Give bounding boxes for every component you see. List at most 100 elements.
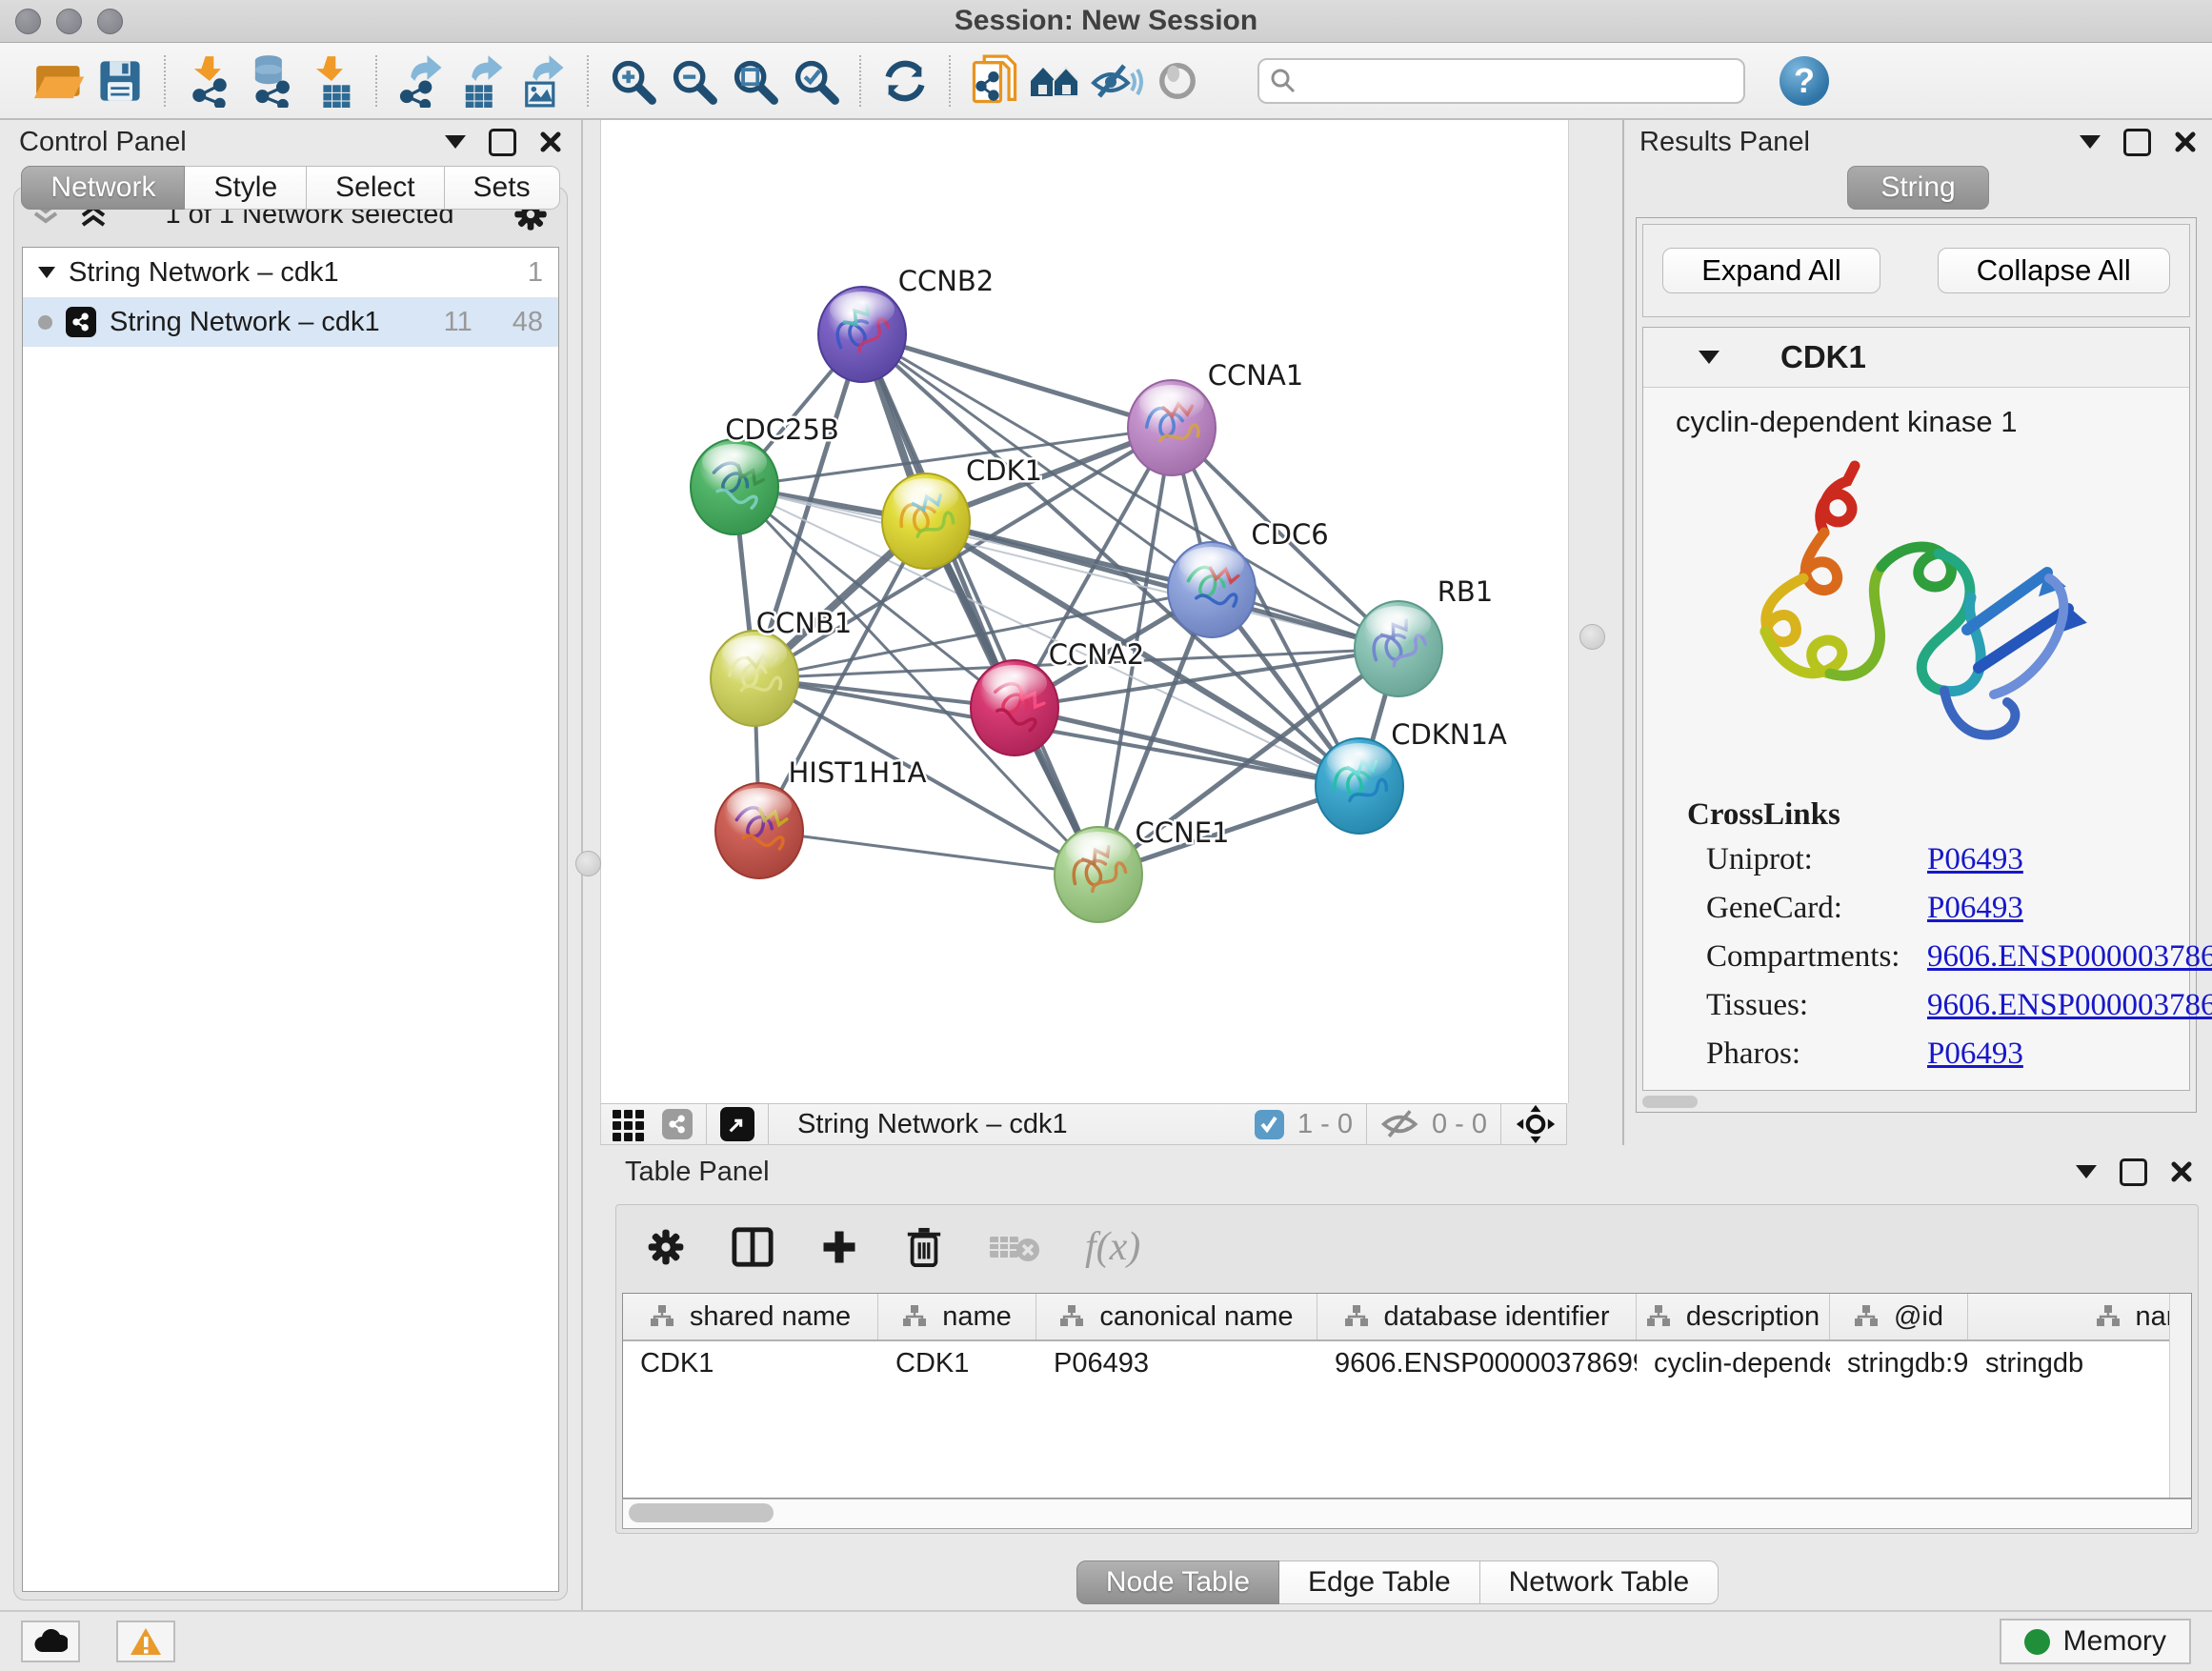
table-vscrollbar[interactable] [2169,1294,2191,1498]
results-hscroll-thumb[interactable] [1642,1096,1698,1108]
export-image-button[interactable] [513,54,573,108]
left-splitter-grip[interactable] [575,851,601,876]
string-tools-button[interactable] [964,54,1025,108]
tab-edge-table[interactable]: Edge Table [1279,1560,1480,1604]
collapse-all-button[interactable]: Collapse All [1938,248,2170,293]
hide-glass-effect-button[interactable] [1086,54,1147,108]
network-node-CCNA2[interactable] [971,660,1058,755]
network-node-CDC6[interactable] [1168,542,1256,637]
selected-checkbox-icon[interactable] [1255,1110,1284,1139]
network-canvas[interactable]: CCNB2CCNA1CDC25BCDK1CDC6RB1CCNB1CCNA2CDK… [600,120,1569,1103]
close-window-button[interactable] [15,9,41,34]
tab-node-table[interactable]: Node Table [1076,1560,1279,1604]
tab-select[interactable]: Select [307,166,444,210]
delete-column-icon[interactable] [904,1225,944,1269]
function-builder-button[interactable]: f(x) [1085,1224,1140,1270]
cell-description[interactable]: cyclin-dependent ... [1637,1348,1830,1379]
undock-panel-icon[interactable] [489,129,516,156]
expand-all-button[interactable]: Expand All [1662,248,1880,293]
network-node-CCNE1[interactable] [1055,827,1142,922]
tab-style[interactable]: Style [185,166,307,210]
crosslink-genecard[interactable]: P06493 [1927,891,2023,926]
tab-network-table[interactable]: Network Table [1480,1560,1719,1604]
network-node-HIST1H1A[interactable] [715,783,803,878]
tab-string[interactable]: String [1847,166,1988,210]
birdseye-grid-icon[interactable] [611,1106,647,1142]
zoom-in-button[interactable] [602,54,663,108]
close-panel-icon[interactable] [2174,131,2197,153]
column-header-name[interactable]: name [878,1294,1036,1339]
network-node-CCNB1[interactable] [711,631,798,726]
import-network-file-button[interactable] [179,54,240,108]
crosslink-pharos[interactable]: P06493 [1927,1037,2023,1072]
import-network-database-button[interactable] [240,54,301,108]
network-node-CCNB2[interactable] [818,287,906,382]
search-input[interactable] [1297,65,1701,97]
network-row[interactable]: String Network – cdk1 11 48 [23,297,558,347]
string-settings-button[interactable] [1025,54,1086,108]
cell-id[interactable]: stringdb:9... [1830,1348,1968,1379]
app-store-button[interactable] [21,1621,80,1662]
cell-database-identifier[interactable]: 9606.ENSP00000378699 [1317,1348,1637,1379]
gene-section-header[interactable]: CDK1 [1643,328,2189,388]
cell-name[interactable]: CDK1 [878,1348,1036,1379]
save-session-button[interactable] [90,54,151,108]
right-splitter-grip[interactable] [1579,624,1605,650]
table-hscrollbar[interactable] [622,1499,2192,1529]
add-column-icon[interactable] [818,1226,860,1268]
export-table-button[interactable] [452,54,513,108]
import-table-button[interactable] [301,54,362,108]
column-header-namespace[interactable]: namespace [1968,1294,2192,1339]
network-node-CDKN1A[interactable] [1316,738,1403,834]
collection-expand-icon[interactable] [38,267,55,278]
zoom-window-button[interactable] [97,9,123,34]
network-type-icon[interactable] [662,1109,693,1139]
cell-shared-name[interactable]: CDK1 [623,1348,878,1379]
float-panel-icon[interactable] [2076,1165,2097,1178]
section-collapse-icon[interactable] [1699,351,1719,364]
column-header-database-identifier[interactable]: database identifier [1317,1294,1637,1339]
column-header-canonical-name[interactable]: canonical name [1036,1294,1317,1339]
warnings-button[interactable] [116,1621,175,1662]
glass-ball-button[interactable] [1147,54,1208,108]
column-header-id[interactable]: @id [1830,1294,1968,1339]
float-panel-icon[interactable] [2080,135,2101,149]
crosslink-uniprot[interactable]: P06493 [1927,842,2023,877]
hidden-eye-icon[interactable] [1380,1108,1422,1140]
zoom-fit-button[interactable] [724,54,785,108]
network-node-CCNA1[interactable] [1128,380,1216,475]
tab-sets[interactable]: Sets [445,166,560,210]
cell-namespace[interactable]: stringdb [1968,1348,2192,1379]
zoom-out-button[interactable] [663,54,724,108]
minimize-window-button[interactable] [56,9,82,34]
network-edge-HIST1H1A-CCNE1[interactable] [759,831,1098,875]
crosslink-compartments[interactable]: 9606.ENSP00000378699 [1927,939,2212,975]
network-edge-CCNB2-CCNA1[interactable] [862,334,1172,428]
close-panel-icon[interactable] [539,131,562,153]
memory-button[interactable]: Memory [2000,1619,2191,1664]
network-graph[interactable]: CCNB2CCNA1CDC25BCDK1CDC6RB1CCNB1CCNA2CDK… [601,120,1568,1103]
column-header-shared-name[interactable]: shared name [623,1294,878,1339]
delete-table-icon[interactable] [988,1229,1041,1265]
tab-network[interactable]: Network [21,166,185,210]
undock-panel-icon[interactable] [2123,129,2151,156]
open-session-button[interactable] [29,54,90,108]
refresh-button[interactable] [875,54,935,108]
column-header-description[interactable]: description [1637,1294,1830,1339]
zoom-selected-button[interactable] [785,54,846,108]
table-row[interactable]: CDK1CDK1P064939606.ENSP00000378699cyclin… [623,1341,2191,1385]
network-collection-row[interactable]: String Network – cdk1 1 [23,248,558,297]
network-node-CDC25B[interactable] [691,439,778,534]
export-network-button[interactable] [391,54,452,108]
network-node-RB1[interactable] [1355,601,1442,696]
close-panel-icon[interactable] [2170,1160,2193,1183]
detach-view-icon[interactable] [720,1107,754,1141]
network-node-CDK1[interactable] [882,473,970,569]
cell-canonical-name[interactable]: P06493 [1036,1348,1317,1379]
pan-crosshair-icon[interactable] [1515,1103,1557,1145]
float-panel-icon[interactable] [445,135,466,149]
table-hscroll-thumb[interactable] [629,1503,774,1522]
undock-panel-icon[interactable] [2120,1158,2147,1186]
crosslink-tissues[interactable]: 9606.ENSP00000378699 [1927,988,2212,1023]
help-button[interactable]: ? [1780,56,1829,106]
